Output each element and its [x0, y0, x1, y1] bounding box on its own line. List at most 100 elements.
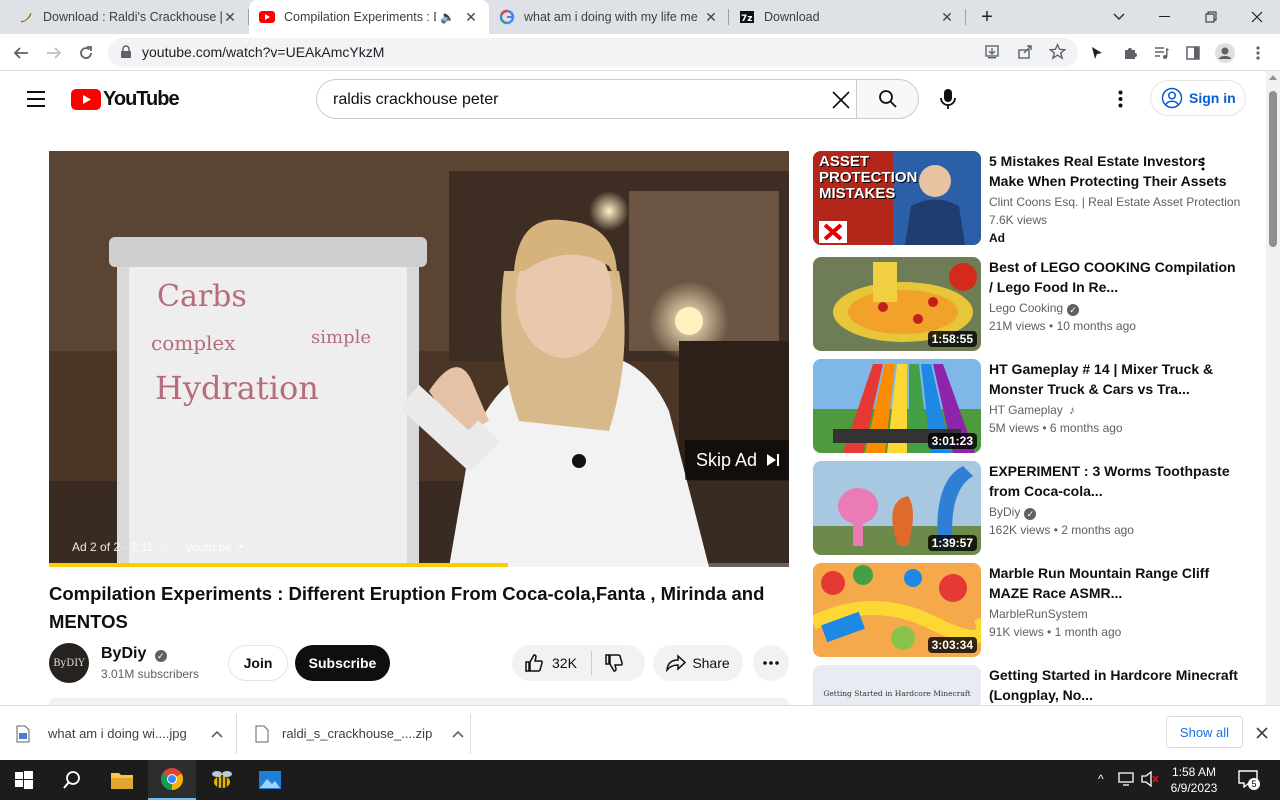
forward-arrow-icon[interactable] [41, 40, 67, 66]
install-app-icon[interactable] [984, 44, 1000, 65]
video-thumbnail[interactable]: Getting Started in Hardcore Minecraft [813, 665, 981, 705]
tab-download-7zip[interactable]: 7z Download ✕ [729, 0, 965, 34]
scroll-up-arrow-icon[interactable] [1269, 75, 1277, 80]
close-tab-icon[interactable]: ✕ [463, 9, 479, 26]
close-tab-icon[interactable]: ✕ [703, 9, 719, 26]
speaker-icon[interactable]: 🔈 [440, 10, 455, 24]
windows-start-icon[interactable] [0, 760, 48, 800]
close-shelf-icon[interactable] [1256, 726, 1268, 744]
minimize-icon[interactable] [1142, 0, 1188, 34]
tab-search-chevron-icon[interactable] [1096, 0, 1142, 34]
taskbar-clock[interactable]: 1:58 AM 6/9/2023 [1164, 764, 1224, 796]
recommendation-channel[interactable]: ByDiy ✓ [989, 505, 1037, 520]
recommendation-channel[interactable]: Lego Cooking ✓ [989, 301, 1080, 316]
recommendation-item[interactable]: Getting Started in Hardcore Minecraft Ge… [813, 665, 1253, 705]
share-page-icon[interactable] [1017, 44, 1033, 65]
volume-muted-icon[interactable] [1141, 770, 1159, 792]
recommendation-item[interactable]: 1:39:57 EXPERIMENT : 3 Worms Toothpaste … [813, 461, 1253, 557]
join-button[interactable]: Join [228, 645, 288, 681]
network-icon[interactable] [1118, 771, 1136, 792]
bee-app-icon[interactable] [198, 760, 246, 800]
photos-app-icon[interactable] [246, 760, 294, 800]
youtube-logo[interactable]: YouTube [71, 88, 180, 111]
image-file-icon [16, 725, 30, 742]
chevron-up-icon[interactable] [211, 730, 223, 738]
cursor-extension-icon[interactable] [1084, 40, 1110, 66]
video-thumbnail[interactable]: 1:58:55 [813, 257, 981, 351]
dislike-button[interactable] [592, 653, 624, 673]
address-bar[interactable]: youtube.com/watch?v=UEAkAmcYkzM [108, 38, 1078, 67]
recommendation-title[interactable]: EXPERIMENT : 3 Worms Toothpaste from Coc… [989, 461, 1239, 501]
search-icon[interactable] [48, 760, 96, 800]
reload-icon[interactable] [73, 40, 99, 66]
url-text[interactable]: youtube.com/watch?v=UEAkAmcYkzM [142, 44, 384, 60]
download-item[interactable]: raldi_s_crackhouse_....zip [255, 706, 465, 761]
like-button[interactable]: 32K [512, 653, 577, 673]
recommendation-more-vert-icon[interactable] [1201, 157, 1205, 176]
recommendation-title[interactable]: Best of LEGO COOKING Compilation / Lego … [989, 257, 1239, 297]
more-actions-button[interactable] [753, 645, 789, 681]
video-thumbnail[interactable]: 3:03:34 [813, 563, 981, 657]
recommendation-item[interactable]: 3:03:34 Marble Run Mountain Range Cliff … [813, 563, 1253, 659]
ad-domain-link[interactable]: youtu.be [186, 540, 232, 554]
open-external-icon[interactable]: ↗ [235, 543, 243, 554]
video-thumbnail[interactable]: 1:39:57 [813, 461, 981, 555]
recommendation-title[interactable]: Marble Run Mountain Range Cliff MAZE Rac… [989, 563, 1239, 603]
hamburger-menu-icon[interactable] [24, 89, 48, 114]
chrome-menu-icon[interactable] [1245, 40, 1271, 66]
new-tab-plus-icon[interactable]: + [964, 0, 1010, 34]
side-panel-icon[interactable] [1180, 40, 1206, 66]
lock-icon[interactable] [120, 45, 132, 64]
recommendation-title[interactable]: HT Gameplay # 14 | Mixer Truck & Monster… [989, 359, 1239, 399]
share-button[interactable]: Share [653, 645, 743, 681]
video-frame [49, 151, 789, 567]
bookmark-star-icon[interactable] [1048, 42, 1067, 65]
video-progress-bar[interactable] [49, 563, 789, 567]
recommendation-item[interactable]: 1:58:55 Best of LEGO COOKING Compilation… [813, 257, 1253, 353]
channel-avatar[interactable]: ByDIY [49, 643, 89, 683]
description-box[interactable] [49, 698, 789, 705]
recommendation-channel[interactable]: Clint Coons Esq. | Real Estate Asset Pro… [989, 195, 1240, 209]
file-explorer-icon[interactable] [98, 760, 146, 800]
skip-ad-button[interactable]: Skip Ad [685, 440, 789, 480]
youtube-logo-text: YouTube [103, 88, 180, 110]
clear-search-icon[interactable] [831, 90, 851, 115]
info-icon[interactable]: ⓘ [161, 540, 173, 554]
download-item[interactable]: what am i doing wi....jpg [16, 706, 231, 761]
tab-google-search[interactable]: what am i doing with my life me ✕ [489, 0, 729, 34]
show-hidden-icons-chevron-icon[interactable]: ^ [1098, 772, 1104, 786]
back-arrow-icon[interactable] [8, 40, 34, 66]
media-control-icon[interactable] [1148, 40, 1174, 66]
recommendation-item[interactable]: 3:01:23 HT Gameplay # 14 | Mixer Truck &… [813, 359, 1253, 455]
tab-compilation-experiments[interactable]: Compilation Experiments : Di 🔈 ✕ [249, 0, 489, 34]
video-thumbnail[interactable]: 3:01:23 [813, 359, 981, 453]
search-input-value[interactable]: raldis crackhouse peter [333, 91, 498, 109]
recommendation-channel[interactable]: MarbleRunSystem [989, 607, 1088, 621]
settings-more-vert-icon[interactable] [1118, 90, 1123, 113]
close-window-icon[interactable] [1234, 0, 1280, 34]
tab-download-raldis[interactable]: Download : Raldi's Crackhouse [B ✕ [8, 0, 248, 34]
profile-avatar-icon[interactable] [1212, 40, 1238, 66]
scrollbar-thumb[interactable] [1269, 91, 1277, 247]
extensions-puzzle-icon[interactable] [1117, 40, 1143, 66]
show-all-button[interactable]: Show all [1166, 716, 1243, 748]
video-thumbnail[interactable]: ASSET PROTECTION MISTAKES [813, 151, 981, 245]
recommendation-channel[interactable]: HT Gameplay ♪ [989, 403, 1075, 417]
search-button[interactable] [856, 79, 919, 119]
chevron-up-icon[interactable] [452, 730, 464, 738]
voice-search-microphone-icon[interactable] [939, 88, 957, 115]
recommendation-title[interactable]: Getting Started in Hardcore Minecraft (L… [989, 665, 1239, 705]
video-player[interactable]: Carbs complex simple Hydration [49, 151, 789, 567]
restore-icon[interactable] [1188, 0, 1234, 34]
page-scrollbar[interactable] [1266, 71, 1280, 705]
search-input[interactable]: raldis crackhouse peter [316, 79, 856, 119]
close-tab-icon[interactable]: ✕ [222, 9, 238, 26]
sign-in-button[interactable]: Sign in [1150, 80, 1246, 116]
view-count: 91K views [989, 625, 1044, 639]
recommendation-item[interactable]: ASSET PROTECTION MISTAKES 5 Mistakes Rea… [813, 151, 1253, 247]
subscribe-button[interactable]: Subscribe [295, 645, 390, 681]
close-tab-icon[interactable]: ✕ [939, 9, 955, 26]
chrome-taskbar-icon[interactable] [148, 760, 196, 800]
channel-name[interactable]: ByDiy ✓ [101, 645, 167, 663]
notifications-icon[interactable]: 5 [1238, 770, 1260, 790]
